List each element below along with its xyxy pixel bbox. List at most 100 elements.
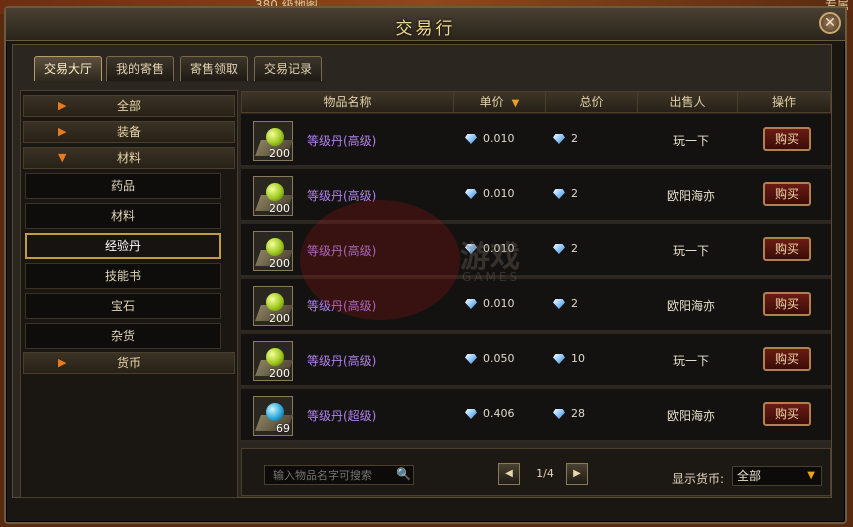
item-icon[interactable]: 200	[253, 341, 293, 381]
category-label: 装备	[116, 125, 141, 139]
item-name: 等级丹(高级)	[307, 244, 377, 258]
dropdown-arrow-icon: ▼	[807, 470, 815, 481]
table-header: 物品名称 单价 ▼ 总价 出售人 操作	[241, 91, 831, 113]
diamond-icon	[553, 189, 565, 199]
currency-value: 全部	[737, 469, 762, 483]
unit-price: 0.010	[465, 187, 515, 200]
item-quantity: 69	[276, 422, 290, 435]
subcategory-gem[interactable]: 宝石	[25, 293, 221, 319]
footer-bar: 🔍 ◀ 1/4 ▶ 显示货币: 全部 ▼	[241, 448, 831, 496]
total-price-value: 2	[571, 297, 578, 310]
diamond-icon	[465, 409, 477, 419]
tab-consignment-claim[interactable]: 寄售领取	[180, 56, 248, 81]
category-currency[interactable]: ▶ 货币	[23, 352, 235, 374]
diamond-icon	[553, 354, 565, 364]
total-price-value: 10	[571, 352, 585, 365]
unit-price: 0.010	[465, 242, 515, 255]
total-price-value: 2	[571, 242, 578, 255]
prev-page-button[interactable]: ◀	[498, 463, 520, 485]
seller-name: 玩一下	[672, 244, 709, 258]
category-materials[interactable]: ▼ 材料	[23, 147, 235, 169]
category-label: 货币	[116, 356, 141, 370]
total-price: 10	[553, 352, 585, 365]
category-sidebar: ▶ 全部 ▶ 装备 ▼ 材料 药品 材料 经验丹 技能书 宝石 杂货 ▶ 货币	[20, 90, 238, 498]
subcategory-skill-book[interactable]: 技能书	[25, 263, 221, 289]
currency-select[interactable]: 全部 ▼	[732, 466, 822, 486]
item-quantity: 200	[269, 257, 290, 270]
chevron-right-icon: ▶	[58, 125, 67, 138]
buy-button[interactable]: 购买	[763, 292, 811, 316]
unit-price-value: 0.406	[483, 407, 515, 420]
header-action: 操作	[771, 95, 796, 109]
item-icon[interactable]: 200	[253, 176, 293, 216]
chevron-right-icon: ▶	[58, 356, 67, 369]
diamond-icon	[553, 409, 565, 419]
subcategory-materials[interactable]: 材料	[25, 203, 221, 229]
unit-price-value: 0.010	[483, 132, 515, 145]
category-label: 全部	[116, 99, 141, 113]
item-icon[interactable]: 200	[253, 231, 293, 271]
seller-name: 欧阳海亦	[666, 409, 715, 423]
diamond-icon	[465, 244, 477, 254]
header-total-price[interactable]: 总价	[546, 92, 638, 112]
close-button[interactable]: ✕	[819, 12, 841, 34]
table-row[interactable]: 69 等级丹(超级) 0.406 28 欧阳海亦 购买	[241, 389, 831, 442]
buy-button[interactable]: 购买	[763, 347, 811, 371]
buy-button[interactable]: 购买	[763, 237, 811, 261]
table-row[interactable]: 200 等级丹(高级) 0.010 2 欧阳海亦 购买	[241, 169, 831, 222]
unit-price-value: 0.010	[483, 242, 515, 255]
item-name: 等级丹(高级)	[307, 299, 377, 313]
subcategory-exp-pill[interactable]: 经验丹	[25, 233, 221, 259]
table-row[interactable]: 200 等级丹(高级) 0.050 10 玩一下 购买	[241, 334, 831, 387]
diamond-icon	[553, 244, 565, 254]
item-name: 等级丹(高级)	[307, 189, 377, 203]
total-price: 28	[553, 407, 585, 420]
window-title: 交易行	[395, 19, 456, 39]
header-unit-price[interactable]: 单价 ▼	[454, 92, 546, 112]
diamond-icon	[553, 299, 565, 309]
item-quantity: 200	[269, 367, 290, 380]
unit-price: 0.406	[465, 407, 515, 420]
item-icon[interactable]: 69	[253, 396, 293, 436]
seller-name: 欧阳海亦	[666, 189, 715, 203]
category-equipment[interactable]: ▶ 装备	[23, 121, 235, 143]
table-row[interactable]: 200 等级丹(高级) 0.010 2 欧阳海亦 购买	[241, 279, 831, 332]
diamond-icon	[553, 134, 565, 144]
unit-price-value: 0.010	[483, 297, 515, 310]
item-quantity: 200	[269, 202, 290, 215]
header-item-name[interactable]: 物品名称	[242, 92, 454, 112]
diamond-icon	[465, 134, 477, 144]
sort-down-icon: ▼	[511, 98, 520, 109]
total-price: 2	[553, 297, 578, 310]
search-input[interactable]	[264, 465, 414, 485]
item-icon[interactable]: 200	[253, 286, 293, 326]
currency-label: 显示货币:	[672, 472, 725, 486]
tab-my-consignment[interactable]: 我的寄售	[106, 56, 174, 81]
item-name: 等级丹(高级)	[307, 354, 377, 368]
item-icon[interactable]: 200	[253, 121, 293, 161]
diamond-icon	[465, 299, 477, 309]
buy-button[interactable]: 购买	[763, 127, 811, 151]
unit-price: 0.050	[465, 352, 515, 365]
search-icon[interactable]: 🔍	[396, 467, 411, 481]
buy-button[interactable]: 购买	[763, 182, 811, 206]
buy-button[interactable]: 购买	[763, 402, 811, 426]
unit-price: 0.010	[465, 132, 515, 145]
seller-name: 欧阳海亦	[666, 299, 715, 313]
header-seller[interactable]: 出售人	[638, 92, 738, 112]
item-name: 等级丹(高级)	[307, 134, 377, 148]
total-price-value: 2	[571, 132, 578, 145]
table-row[interactable]: 200 等级丹(高级) 0.010 2 玩一下 购买	[241, 114, 831, 167]
tab-trade-records[interactable]: 交易记录	[254, 56, 322, 81]
tab-trading-hall[interactable]: 交易大厅	[34, 56, 102, 81]
total-price-value: 2	[571, 187, 578, 200]
table-row[interactable]: 200 等级丹(高级) 0.010 2 玩一下 购买	[241, 224, 831, 277]
total-price: 2	[553, 242, 578, 255]
subcategory-misc[interactable]: 杂货	[25, 323, 221, 349]
diamond-icon	[465, 189, 477, 199]
next-page-button[interactable]: ▶	[566, 463, 588, 485]
title-bar[interactable]: 交易行 ✕	[6, 8, 845, 41]
subcategory-medicine[interactable]: 药品	[25, 173, 221, 199]
chevron-down-icon: ▼	[58, 151, 67, 164]
category-all[interactable]: ▶ 全部	[23, 95, 235, 117]
